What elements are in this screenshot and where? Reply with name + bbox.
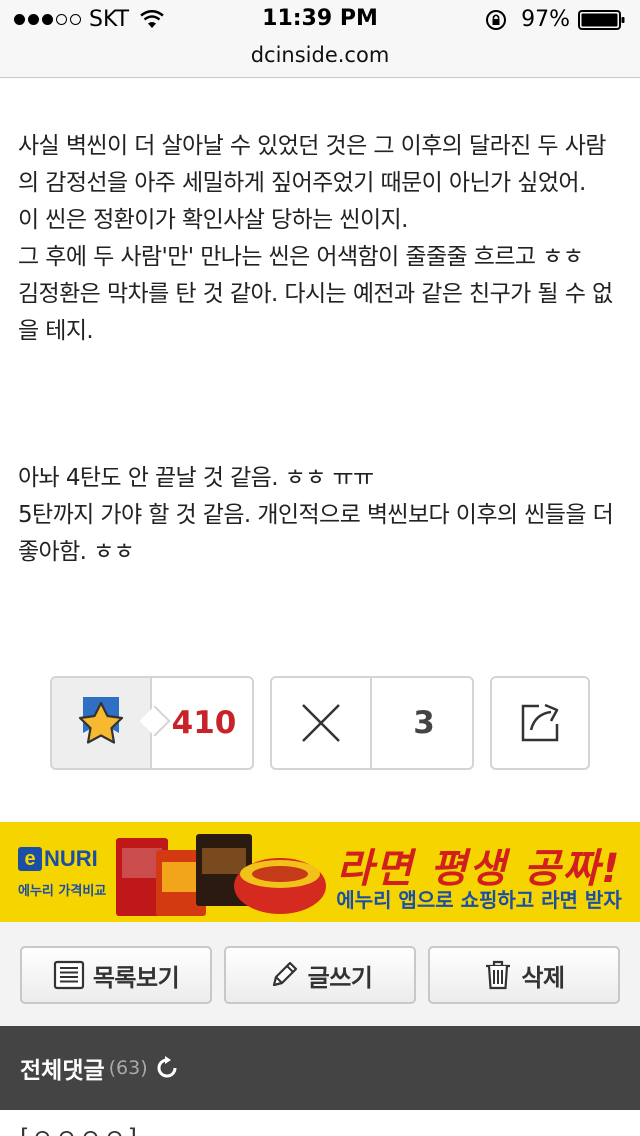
article-paragraph: 5탄까지 가야 할 것 같음. 개인적으로 벽씬보다 이후의 씬들을 더 좋아함…	[18, 502, 614, 565]
share-button[interactable]	[490, 676, 590, 770]
article-paragraph: 김정환은 막차를 탄 것 같아. 다시는 예전과 같은 친구가 될 수 없을 테…	[18, 281, 613, 344]
status-bar: SKT 11:39 PM 97%	[0, 0, 640, 40]
article-paragraph: 사실 벽씬이 더 살아날 수 있었던 것은 그 이후의 달라진 두 사람의 감정…	[18, 133, 606, 196]
delete-button-label: 삭제	[521, 963, 565, 992]
battery-icon	[578, 9, 625, 30]
list-button-label: 목록보기	[92, 963, 180, 992]
star-icon	[78, 697, 124, 744]
comments-title: 전체댓글	[20, 1058, 105, 1084]
ad-banner[interactable]: e NURI 에누리 가격비교 라면 평생 공짜! 에누리 앱으로 쇼핑하고 라…	[0, 822, 640, 922]
article-paragraph: 이 씬은 정환이가 확인사살 당하는 씬이지.	[18, 207, 408, 233]
url-domain: dcinside.com	[250, 43, 390, 67]
enuri-logo: e NURI	[18, 846, 98, 872]
write-button-label: 글쓰기	[307, 963, 373, 992]
recommend-count: 410	[171, 705, 237, 741]
enuri-tagline: 에누리 가격비교	[18, 884, 107, 899]
recommend-icon-cell[interactable]	[52, 678, 152, 768]
nonrecommend-button[interactable]: 3	[270, 676, 474, 770]
recommend-button[interactable]: 410	[50, 676, 254, 770]
address-bar[interactable]: dcinside.com	[0, 40, 640, 78]
article-paragraph: 아놔 4탄도 안 끝날 것 같음. ㅎㅎ ㅠㅠ	[18, 465, 374, 491]
nonrecommend-count: 3	[413, 705, 435, 741]
ad-subline: 에누리 앱으로 쇼핑하고 라면 받자	[336, 888, 622, 912]
comments-count: (63)	[108, 1057, 148, 1079]
trash-icon	[486, 960, 511, 990]
delete-button[interactable]: 삭제	[428, 946, 620, 1004]
rotation-lock-icon	[486, 9, 507, 30]
battery-percent: 97%	[521, 7, 570, 32]
enuri-brand: NURI	[44, 846, 98, 871]
post-actions-bar: 목록보기 글쓰기 삭제	[0, 922, 640, 1026]
refresh-icon[interactable]	[154, 1055, 180, 1081]
write-button[interactable]: 글쓰기	[224, 946, 416, 1004]
comments-header: 전체댓글 (63)	[0, 1026, 640, 1110]
list-button[interactable]: 목록보기	[20, 946, 212, 1004]
list-icon	[53, 960, 84, 990]
comment-author: [ㅇㅇㅇㅇ]	[20, 1118, 139, 1136]
article-paragraph: 그 후에 두 사람'만' 만나는 씬은 어색함이 줄줄줄 흐르고 ㅎㅎ	[18, 244, 584, 270]
pencil-icon	[272, 961, 297, 987]
ramen-products-image	[116, 834, 326, 916]
close-icon	[302, 704, 340, 742]
article-body: 사실 벽씬이 더 살아날 수 있었던 것은 그 이후의 달라진 두 사람의 감정…	[18, 128, 622, 571]
nonrecommend-icon-cell[interactable]	[272, 678, 372, 768]
share-icon	[521, 703, 559, 742]
enuri-e-icon: e	[18, 847, 42, 871]
